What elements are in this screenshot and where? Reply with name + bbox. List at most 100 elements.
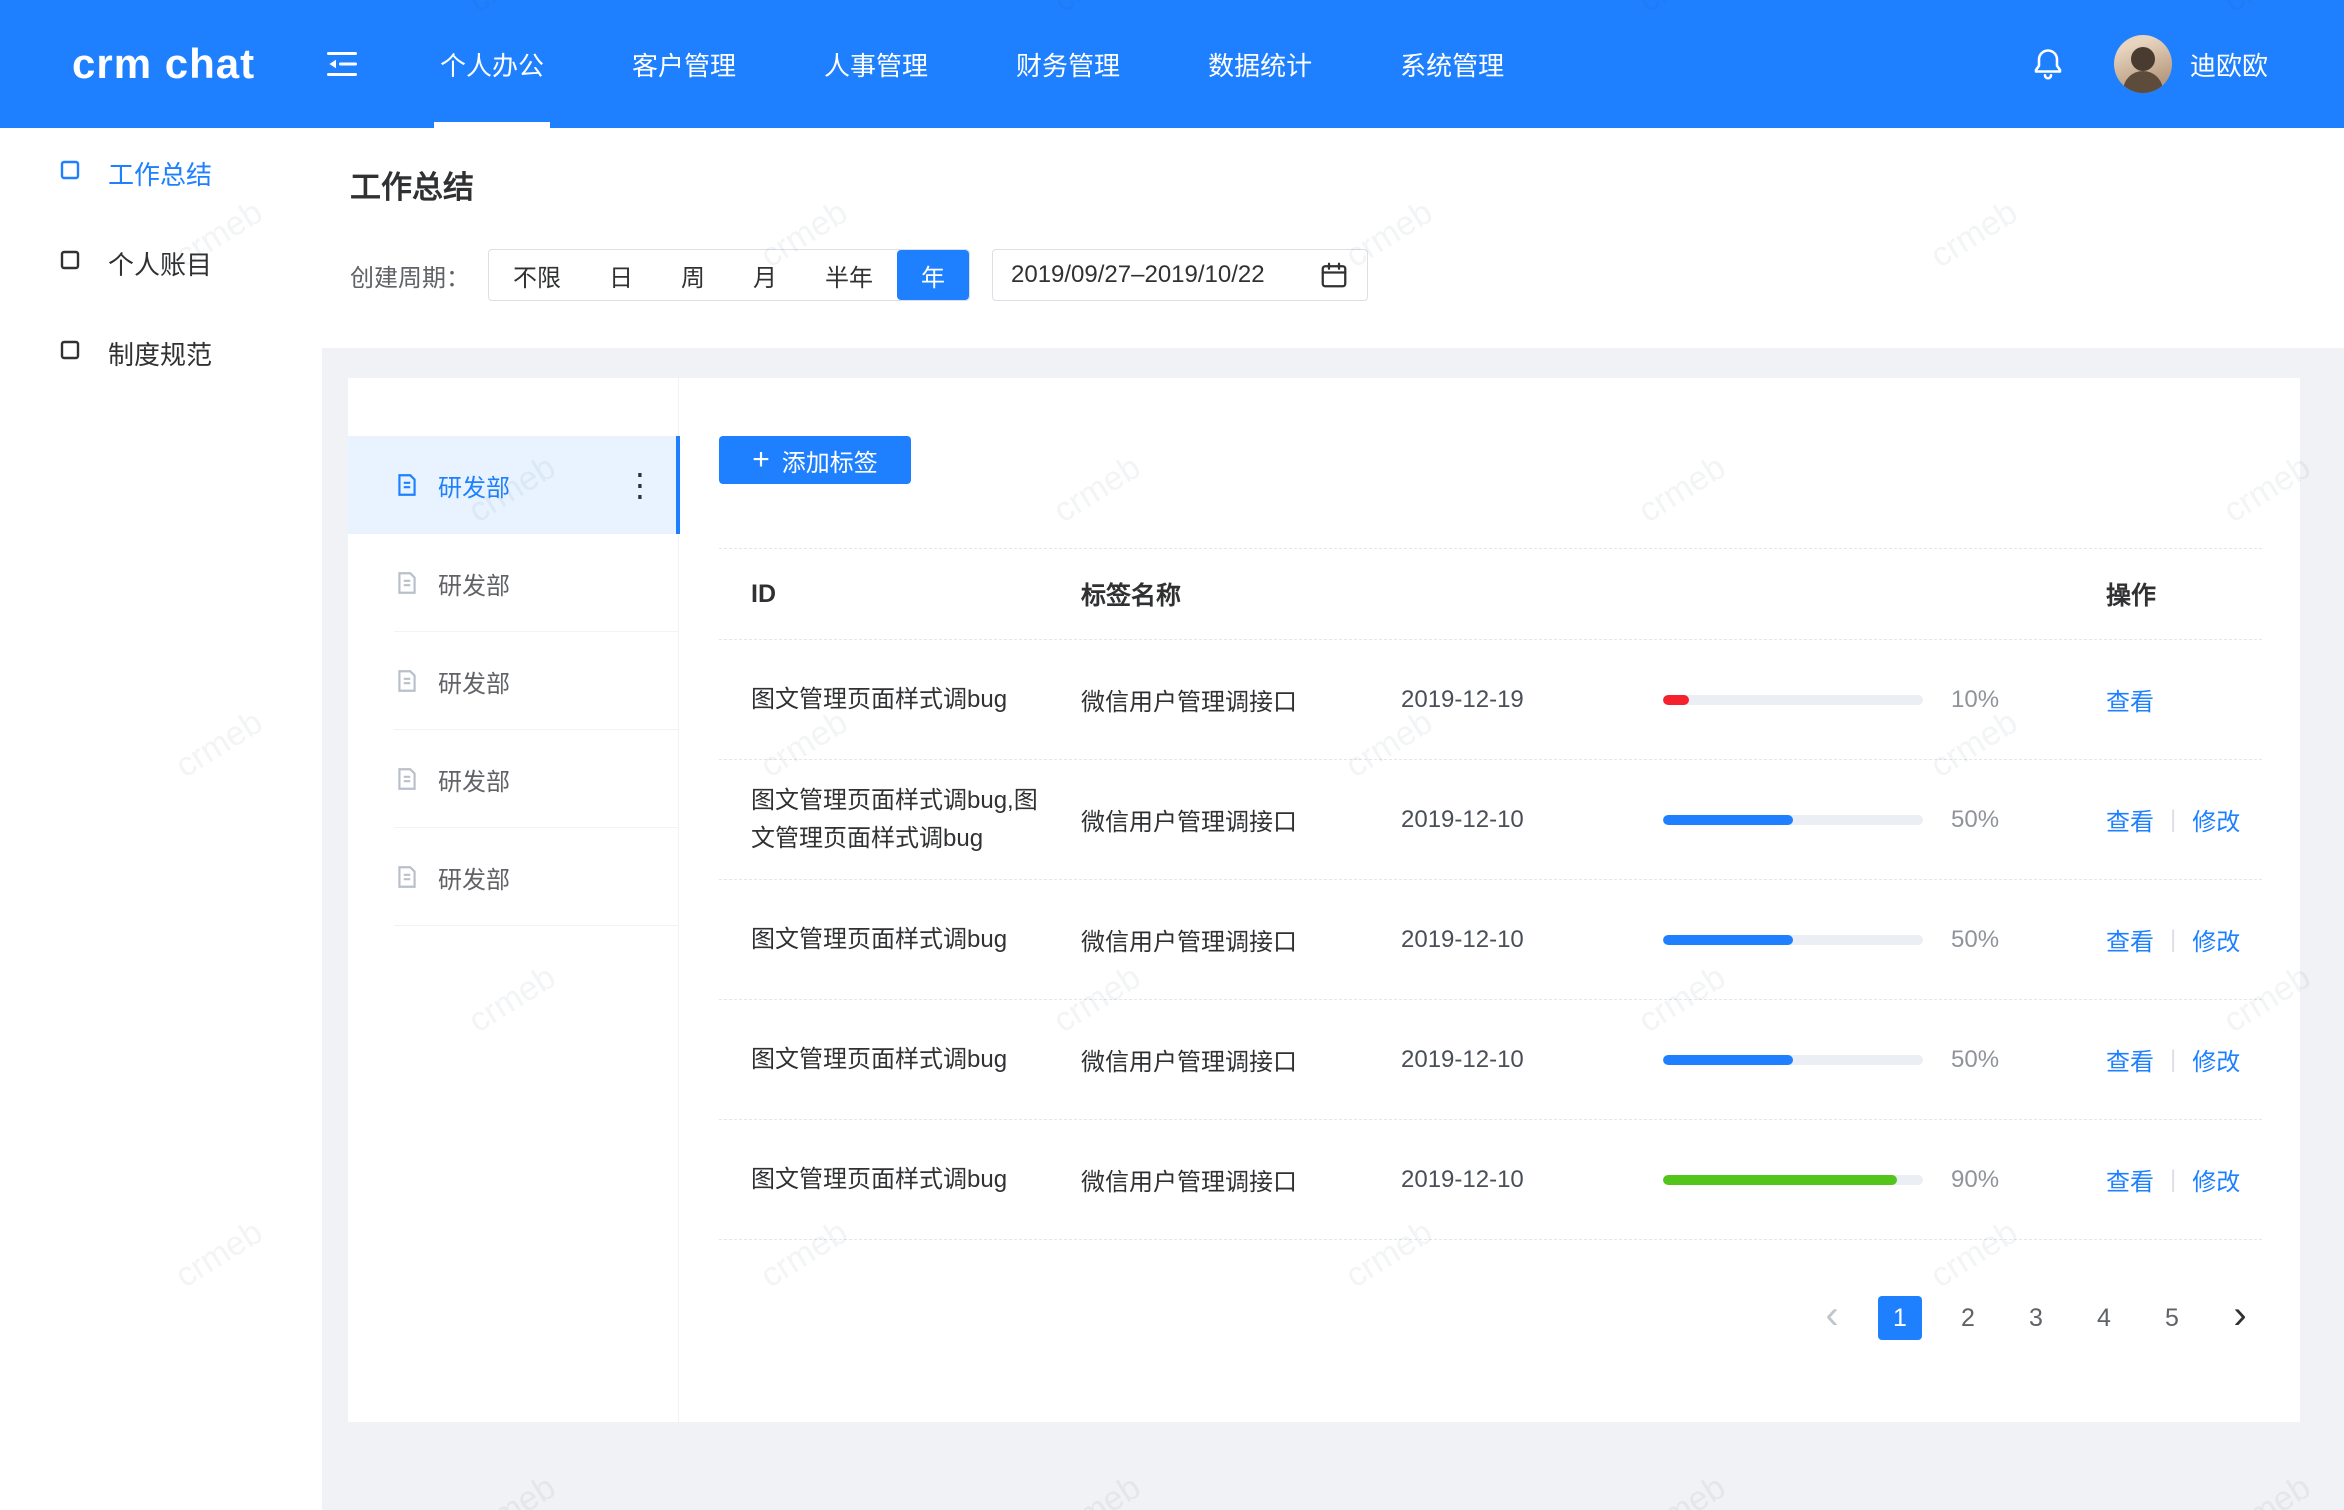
progress-bar: [1663, 1175, 1923, 1185]
edit-link[interactable]: 修改: [2192, 802, 2240, 837]
sidebar-item-label: 个人账目: [108, 245, 212, 282]
cell-id: 图文管理页面样式调bug: [751, 1161, 1081, 1198]
department-item[interactable]: 研发部: [348, 828, 678, 926]
document-icon: [394, 570, 420, 596]
row-actions: 查看 | 修改: [2106, 1042, 2262, 1077]
prev-page-icon[interactable]: ‹: [1810, 1296, 1854, 1340]
username: 迪欧欧: [2190, 46, 2268, 83]
cell-id: 图文管理页面样式调bug: [751, 921, 1081, 958]
progress-label: 50%: [1951, 1046, 2106, 1074]
period-option-unlimited[interactable]: 不限: [489, 250, 585, 300]
action-divider: |: [2170, 806, 2176, 834]
page-5[interactable]: 5: [2150, 1296, 2194, 1340]
filter-label: 创建周期：: [350, 258, 470, 293]
table-row: 图文管理页面样式调bug,图文管理页面样式调bug 微信用户管理调接口 2019…: [719, 760, 2262, 880]
progress-bar: [1663, 695, 1923, 705]
progress-label: 50%: [1951, 926, 2106, 954]
page-header: 工作总结 创建周期： 不限 日 周 月 半年 年 2019/09/27–2019…: [322, 128, 2344, 348]
period-option-week[interactable]: 周: [657, 250, 729, 300]
sidebar: 工作总结 个人账目 制度规范: [0, 128, 322, 1510]
row-actions: 查看 | 修改: [2106, 1162, 2262, 1197]
department-label: 研发部: [438, 664, 510, 699]
nav-item-finance[interactable]: 财务管理: [972, 0, 1164, 128]
header-name: 标签名称: [1081, 576, 1401, 612]
cell-name: 微信用户管理调接口: [1081, 802, 1401, 837]
cell-date: 2019-12-10: [1401, 1046, 1663, 1074]
cell-id: 图文管理页面样式调bug,图文管理页面样式调bug: [751, 782, 1081, 856]
cell-id: 图文管理页面样式调bug: [751, 681, 1081, 718]
header-id: ID: [751, 580, 1081, 609]
page-1[interactable]: 1: [1878, 1296, 1922, 1340]
department-item[interactable]: 研发部: [348, 730, 678, 828]
progress-bar: [1663, 1055, 1923, 1065]
department-item[interactable]: 研发部: [348, 534, 678, 632]
nav-item-label: 数据统计: [1208, 46, 1312, 83]
cell-name: 微信用户管理调接口: [1081, 922, 1401, 957]
square-icon: [58, 158, 82, 189]
edit-link[interactable]: 修改: [2192, 1042, 2240, 1077]
nav-item-personal-office[interactable]: 个人办公: [396, 0, 588, 128]
filter-row: 创建周期： 不限 日 周 月 半年 年 2019/09/27–2019/10/2…: [350, 249, 2344, 301]
edit-link[interactable]: 修改: [2192, 1162, 2240, 1197]
department-item[interactable]: 研发部: [348, 632, 678, 730]
period-option-day[interactable]: 日: [585, 250, 657, 300]
table-row: 图文管理页面样式调bug 微信用户管理调接口 2019-12-10 50% 查看…: [719, 1000, 2262, 1120]
page-3[interactable]: 3: [2014, 1296, 2058, 1340]
view-link[interactable]: 查看: [2106, 802, 2154, 837]
row-actions: 查看 | 修改: [2106, 922, 2262, 957]
period-option-halfyear[interactable]: 半年: [801, 250, 897, 300]
sidebar-item-label: 工作总结: [108, 155, 212, 192]
department-label: 研发部: [438, 762, 510, 797]
document-icon: [394, 668, 420, 694]
view-link[interactable]: 查看: [2106, 682, 2154, 717]
nav-item-label: 财务管理: [1016, 46, 1120, 83]
action-divider: |: [2170, 1166, 2176, 1194]
main-content: 工作总结 创建周期： 不限 日 周 月 半年 年 2019/09/27–2019…: [322, 128, 2344, 1510]
nav-item-statistics[interactable]: 数据统计: [1164, 0, 1356, 128]
view-link[interactable]: 查看: [2106, 1042, 2154, 1077]
edit-link[interactable]: 修改: [2192, 922, 2240, 957]
row-actions: 查看 | 修改: [2106, 802, 2262, 837]
department-label: 研发部: [438, 468, 510, 503]
next-page-icon[interactable]: ›: [2218, 1296, 2262, 1340]
department-panel: 研发部 ⋮ 研发部 研发部: [348, 378, 679, 1422]
user-menu[interactable]: 迪欧欧: [2114, 35, 2344, 93]
cell-name: 微信用户管理调接口: [1081, 1162, 1401, 1197]
table-row: 图文管理页面样式调bug 微信用户管理调接口 2019-12-10 50% 查看…: [719, 880, 2262, 1000]
table-row: 图文管理页面样式调bug 微信用户管理调接口 2019-12-19 10% 查看: [719, 640, 2262, 760]
add-tag-label: 添加标签: [782, 443, 878, 478]
nav-item-hr[interactable]: 人事管理: [780, 0, 972, 128]
calendar-icon: [1319, 260, 1349, 290]
department-item[interactable]: 研发部 ⋮: [348, 436, 678, 534]
document-icon: [394, 472, 420, 498]
progress-label: 50%: [1951, 806, 2106, 834]
date-range-picker[interactable]: 2019/09/27–2019/10/22: [992, 249, 1368, 301]
brand-logo: crm chat: [0, 40, 300, 88]
sidebar-item-rules[interactable]: 制度规范: [0, 308, 322, 398]
tags-table: ID 标签名称 操作 图文管理页面样式调bug 微信用户管理调接口 2019-1…: [719, 548, 2262, 1240]
progress-label: 10%: [1951, 686, 2106, 714]
period-option-month[interactable]: 月: [729, 250, 801, 300]
page-4[interactable]: 4: [2082, 1296, 2126, 1340]
view-link[interactable]: 查看: [2106, 922, 2154, 957]
square-icon: [58, 248, 82, 279]
department-label: 研发部: [438, 566, 510, 601]
cell-id: 图文管理页面样式调bug: [751, 1041, 1081, 1078]
nav-item-system[interactable]: 系统管理: [1356, 0, 1548, 128]
progress-bar: [1663, 935, 1923, 945]
sidebar-item-personal-account[interactable]: 个人账目: [0, 218, 322, 308]
table-area: + 添加标签 ID 标签名称 操作 图文管理页面样式调bug 微信用户管理调接口…: [679, 378, 2300, 1422]
sidebar-item-work-summary[interactable]: 工作总结: [0, 128, 322, 218]
nav-item-customer[interactable]: 客户管理: [588, 0, 780, 128]
page-2[interactable]: 2: [1946, 1296, 1990, 1340]
view-link[interactable]: 查看: [2106, 1162, 2154, 1197]
add-tag-button[interactable]: + 添加标签: [719, 436, 911, 484]
cell-name: 微信用户管理调接口: [1081, 1042, 1401, 1077]
menu-fold-icon[interactable]: [324, 46, 360, 82]
notification-bell-icon[interactable]: [2030, 46, 2066, 82]
action-divider: |: [2170, 1046, 2176, 1074]
period-option-year[interactable]: 年: [897, 250, 969, 300]
plus-icon: +: [752, 445, 770, 475]
square-icon: [58, 338, 82, 369]
more-options-icon[interactable]: ⋮: [624, 469, 656, 501]
